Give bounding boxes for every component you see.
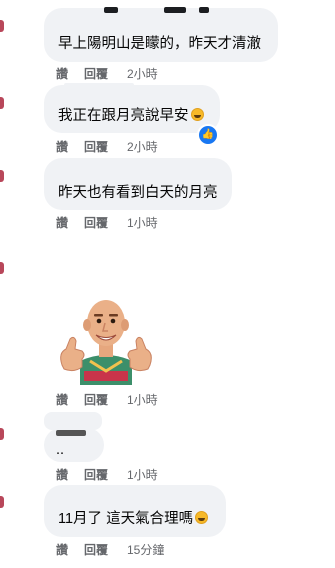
reply-link[interactable]: 回覆 [84,541,127,558]
comment-bubble: .. [44,428,104,462]
reply-link[interactable]: 回覆 [84,391,127,408]
avatar[interactable] [0,428,4,440]
reply-link[interactable]: 回覆 [84,65,127,82]
comment-bubble: 11月了 這天氣合理嗎 [44,485,226,537]
avatar[interactable] [0,496,4,508]
like-link[interactable]: 讚 [56,391,84,408]
laughing-emoji-icon [195,510,209,524]
comment-bubble: 昨天也有看到白天的月亮 [44,158,232,210]
reply-link[interactable]: 回覆 [84,466,127,483]
like-link[interactable]: 讚 [56,466,84,483]
timestamp[interactable]: 2小時 [127,65,158,82]
commenter-name[interactable] [164,7,186,13]
commenter-name[interactable] [199,7,209,13]
commenter-name[interactable] [104,7,118,13]
timestamp[interactable]: 15分鐘 [127,541,164,558]
avatar[interactable] [0,262,4,274]
reply-link[interactable]: 回覆 [84,214,127,231]
comment-actions: 讚 回覆 1小時 [56,214,158,231]
timestamp[interactable]: 1小時 [127,466,158,483]
timestamp[interactable]: 2小時 [127,138,158,155]
like-link[interactable]: 讚 [56,138,84,155]
avatar[interactable] [0,20,4,32]
avatar[interactable] [0,97,4,109]
like-link[interactable]: 讚 [56,541,84,558]
avatar[interactable] [0,170,4,182]
comment-text: 11月了 這天氣合理嗎 [58,510,194,527]
thumbs-up-icon[interactable]: 👍 [197,124,219,146]
comment-actions: 讚 回覆 1小時 [56,391,158,408]
thumbs-up-avatar-sticker [60,300,152,385]
reply-link[interactable]: 回覆 [84,138,127,155]
comment-actions: 讚 回覆 15分鐘 [56,541,164,558]
comment-text: 昨天也有看到白天的月亮 [58,184,218,201]
laughing-emoji-icon [190,107,204,121]
like-link[interactable]: 讚 [56,65,84,82]
comment-text: 我正在跟月亮說早安 [58,107,189,124]
comment-bubble: 早上陽明山是矇的，昨天才清澈 [44,7,278,62]
comment-actions: 讚 回覆 2小時 [56,65,158,82]
comment-actions: 讚 回覆 2小時 [56,138,158,155]
comment-text: 早上陽明山是矇的，昨天才清澈 [58,35,261,52]
timestamp[interactable]: 1小時 [127,214,158,231]
comment-text: .. [56,442,65,458]
comment-bubble: 我正在跟月亮說早安 [44,83,220,133]
commenter-name[interactable] [64,83,134,89]
timestamp[interactable]: 1小時 [127,391,158,408]
commenter-name[interactable] [56,430,86,436]
like-link[interactable]: 讚 [56,214,84,231]
comment-actions: 讚 回覆 1小時 [56,466,158,483]
